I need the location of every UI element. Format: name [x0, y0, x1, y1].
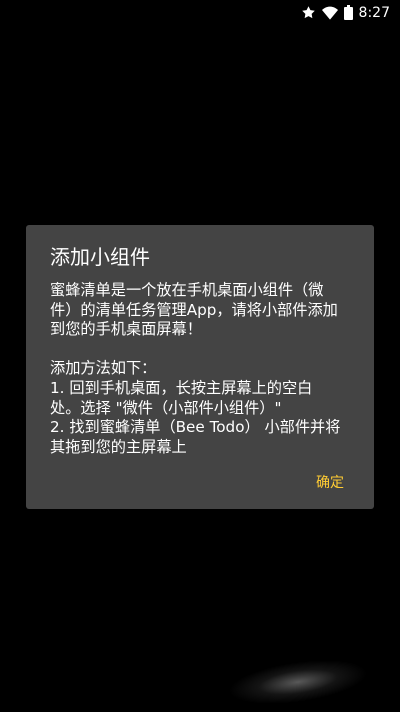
- dialog-message-line: 1. 回到手机桌面，长按主屏幕上的空白: [50, 378, 313, 397]
- dialog-message-line: 添加方法如下：: [50, 359, 157, 378]
- battery-icon: [343, 5, 353, 20]
- dialog-message: 蜜蜂清单是一个放在手机桌面小组件（微 件）的清单任务管理App，请将小部件添加 …: [50, 281, 354, 457]
- wifi-icon: [321, 6, 338, 20]
- confirm-button[interactable]: 确定: [316, 472, 344, 492]
- background-light-streak: [225, 652, 371, 712]
- dialog-message-line: 到您的手机桌面屏幕！: [50, 320, 202, 339]
- add-widget-dialog: 添加小组件 蜜蜂清单是一个放在手机桌面小组件（微 件）的清单任务管理App，请将…: [26, 225, 374, 509]
- dialog-title: 添加小组件: [50, 245, 150, 269]
- status-time: 8:27: [358, 4, 390, 21]
- dialog-message-line: 2. 找到蜜蜂清单（Bee Todo） 小部件并将: [50, 418, 341, 437]
- dialog-message-line: 蜜蜂清单是一个放在手机桌面小组件（微: [50, 281, 324, 299]
- dialog-message-line: 处。选择 "微件（小部件小组件）": [50, 398, 282, 417]
- star-icon: [301, 5, 316, 20]
- dialog-message-spacer: [50, 340, 354, 360]
- status-bar: 8:27: [0, 0, 400, 25]
- dialog-message-line: 件）的清单任务管理App，请将小部件添加: [50, 300, 338, 319]
- dialog-message-line: 其拖到您的主屏幕上: [50, 437, 187, 456]
